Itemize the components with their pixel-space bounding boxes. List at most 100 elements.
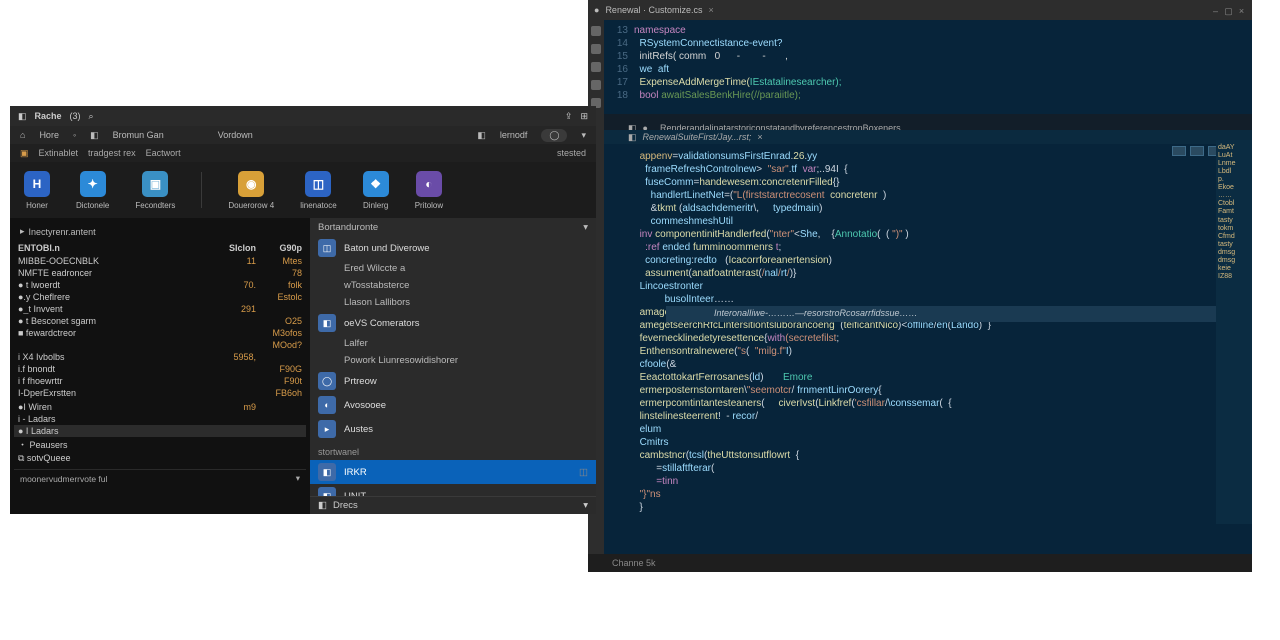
toolbar-pill[interactable]: ◯ bbox=[541, 129, 567, 142]
tab-2[interactable]: tradgest rex bbox=[88, 148, 136, 158]
location-path: Inectyrenr.antent bbox=[29, 227, 96, 237]
menu-item[interactable]: ◧oeVS Comerators bbox=[310, 311, 596, 335]
menu-section: stortwanel bbox=[310, 441, 596, 460]
git-icon[interactable] bbox=[591, 62, 601, 72]
menu-item[interactable]: ◯Prtreow bbox=[310, 369, 596, 393]
chevron-down-icon[interactable]: ▾ bbox=[583, 222, 588, 233]
tile-dinlerg[interactable]: ❖Dinlerg bbox=[363, 171, 389, 210]
menu-item-label: Lalfer bbox=[344, 338, 368, 349]
menu-item-trailing-icon: ◫ bbox=[579, 467, 588, 478]
table-row[interactable]: MIBBE-OOECNBLK11Mtes bbox=[14, 255, 306, 267]
menu-item[interactable]: ▸Austes bbox=[310, 417, 596, 441]
table-row[interactable]: I-DperExrsttenFB6oh bbox=[14, 387, 306, 399]
table-row[interactable]: ● I Ladars bbox=[14, 425, 306, 437]
toolbar-bookmark[interactable]: Bromun Gan bbox=[113, 130, 164, 140]
tile-linenatoce[interactable]: ◫linenatoce bbox=[300, 171, 336, 210]
tab-3[interactable]: Eactwort bbox=[146, 148, 181, 158]
tile-icon: ✦ bbox=[80, 171, 106, 197]
toolbar-home[interactable]: Hore bbox=[39, 130, 59, 140]
menu-item-label: IRKR bbox=[344, 467, 367, 478]
menu-item-icon: ▸ bbox=[318, 420, 336, 438]
tile-label: Dinlerg bbox=[363, 201, 388, 210]
menu-item[interactable]: ◧ IRKR ◫ bbox=[310, 460, 596, 484]
tile-dictonele[interactable]: ✦Dictonele bbox=[76, 171, 109, 210]
menu-item-icon: ◧ bbox=[318, 463, 336, 481]
col-type[interactable]: G90p bbox=[256, 243, 302, 253]
chevron-right-icon: ▸ bbox=[20, 226, 25, 237]
quick-tiles: HHoner ✦Dictonele ▣Fecondters ◉Douerorow 4 ◫… bbox=[10, 162, 596, 218]
menu-item[interactable]: ◧UNIT bbox=[310, 484, 596, 496]
table-row[interactable]: NMFTE eadroncer78 bbox=[14, 267, 306, 279]
start-menu: Bortanduronte ▾ ◫Baton und DiveroweEred … bbox=[310, 218, 596, 514]
tile-douerorow 4[interactable]: ◉Douerorow 4 bbox=[228, 171, 274, 210]
menu-item-label: wTosstabsterce bbox=[344, 280, 409, 291]
tree-statusbar: moonervudmerrvote ful ▾ bbox=[14, 469, 306, 487]
tile-honer[interactable]: HHoner bbox=[24, 171, 50, 210]
breadcrumb-close-icon[interactable]: × bbox=[757, 132, 762, 142]
table-row[interactable]: i f fhoewrttrF90t bbox=[14, 375, 306, 387]
menu-item-icon: ◧ bbox=[318, 487, 336, 496]
menu-item[interactable]: Lalfer bbox=[310, 335, 596, 352]
toolbar-process[interactable]: lernodf bbox=[500, 130, 528, 140]
editor-titlebar[interactable]: ● Renewal · Customize.cs × – ▢ × bbox=[588, 0, 1252, 20]
tab-close-icon[interactable]: × bbox=[708, 5, 713, 15]
menu-item[interactable]: wTosstabsterce bbox=[310, 277, 596, 294]
files-icon[interactable] bbox=[591, 26, 601, 36]
target-icon: ◧ bbox=[90, 130, 99, 141]
breadcrumb-path[interactable]: RenewalSuiteFirst/Jay...rst; bbox=[643, 132, 752, 142]
minimize-icon[interactable]: – bbox=[1211, 6, 1220, 15]
share-icon[interactable]: ⇪ bbox=[565, 111, 573, 122]
code-pane-main: appenv=validationsumsFirstEnrad.26.yy fr… bbox=[604, 146, 1252, 518]
chevron-down-icon[interactable]: ▾ bbox=[581, 130, 586, 141]
menu-item[interactable]: ◐Avosooee bbox=[310, 393, 596, 417]
editor-title: Renewal · Customize.cs bbox=[605, 5, 702, 15]
table-row[interactable]: i X4 Ivbolbs5958, bbox=[14, 351, 306, 363]
toolbar: ⌂ Hore ◦ ◧ Bromun Gan Vordown ◧ lernodf … bbox=[10, 126, 596, 144]
location-bar[interactable]: ▸ Inectyrenr.antent bbox=[14, 222, 306, 241]
table-row[interactable]: ・ Peausers bbox=[14, 437, 306, 452]
debug-icon[interactable] bbox=[591, 80, 601, 90]
col-name[interactable]: ENTOBl.n bbox=[18, 243, 216, 253]
footer-label[interactable]: Drecs bbox=[333, 500, 358, 511]
search-icon[interactable] bbox=[591, 44, 601, 54]
table-row[interactable]: ●I Wirenm9 bbox=[14, 401, 306, 413]
maximize-icon[interactable]: ▢ bbox=[1224, 6, 1233, 15]
search-icon[interactable]: ⌕ bbox=[89, 111, 94, 122]
table-row[interactable]: ●.у CheflrereEstolc bbox=[14, 291, 306, 303]
home-icon[interactable]: ⌂ bbox=[20, 130, 25, 140]
minimap[interactable]: daAYLuAtLnmeLbdlp.Ekoe……CtoblFamttastyto… bbox=[1216, 140, 1252, 524]
table-row[interactable]: MOod? bbox=[14, 339, 306, 351]
tile-icon: ◐ bbox=[416, 171, 442, 197]
menu-item[interactable]: Powork Liunresowidishorer bbox=[310, 352, 596, 369]
tile-label: Pritolow bbox=[415, 201, 443, 210]
table-row[interactable]: ● t lwoerdt70.folk bbox=[14, 279, 306, 291]
tab-1[interactable]: Extinablet bbox=[39, 148, 79, 158]
menu-item[interactable]: ◫Baton und Diverowe bbox=[310, 236, 596, 260]
col-size[interactable]: SIclon bbox=[216, 243, 256, 253]
shell-window: ◧ Rache (3) ⌕ ⇪ ⊞ ⌂ Hore ◦ ◧ Bromun Gan … bbox=[10, 106, 596, 514]
table-row[interactable]: ■ fewardctreorM3ofos bbox=[14, 327, 306, 339]
tile-fecondters[interactable]: ▣Fecondters bbox=[135, 171, 175, 210]
menu-item-icon: ◫ bbox=[318, 239, 336, 257]
tile-pritolow[interactable]: ◐ Pritolow bbox=[415, 171, 443, 210]
app-icon: ◧ bbox=[18, 111, 27, 122]
editor-viewport[interactable]: 13namespace14 RSystemConnectistance-even… bbox=[604, 20, 1252, 554]
close-icon[interactable]: × bbox=[1237, 6, 1246, 15]
chevron-down-icon[interactable]: ▾ bbox=[583, 500, 588, 511]
table-row[interactable]: i - Ladars bbox=[14, 413, 306, 425]
table-row[interactable]: ● t Besconet sgarmO25 bbox=[14, 315, 306, 327]
table-row[interactable]: ●_t Invvent291 bbox=[14, 303, 306, 315]
menu-item[interactable]: Ered Wilccte a bbox=[310, 260, 596, 277]
table-row[interactable]: ⧉ sotvQueee bbox=[14, 452, 306, 465]
tile-label: linenatoce bbox=[300, 201, 336, 210]
tree-status-text: moonervudmerrvote ful bbox=[20, 474, 107, 484]
menu-item[interactable]: Llason Lallibors bbox=[310, 294, 596, 311]
toolbar-view[interactable]: Vordown bbox=[218, 130, 253, 140]
editor-statusbar: Channe 5k bbox=[588, 554, 1252, 572]
menu-item-icon: ◯ bbox=[318, 372, 336, 390]
chevron-down-icon[interactable]: ▾ bbox=[296, 473, 300, 484]
shell-titlebar[interactable]: ◧ Rache (3) ⌕ ⇪ ⊞ bbox=[10, 106, 596, 126]
new-window-icon[interactable]: ⊞ bbox=[580, 111, 588, 122]
table-row[interactable]: i.f bnondtF90G bbox=[14, 363, 306, 375]
menu-item-label: Llason Lallibors bbox=[344, 297, 410, 308]
